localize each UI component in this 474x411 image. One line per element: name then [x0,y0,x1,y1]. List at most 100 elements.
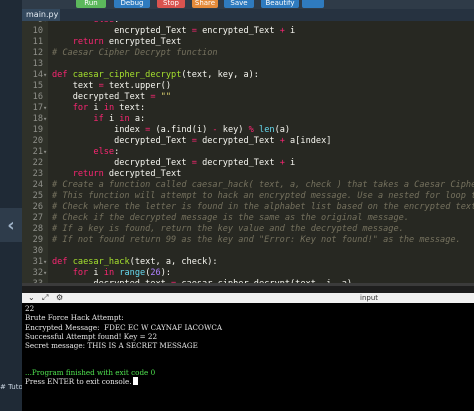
code-line: 27 # Check if the decrypted message is th… [22,213,474,224]
code-text: text = text.upper() [52,81,172,91]
code-line: 22 decrypted_Text = decrypted_Text + i [22,158,474,169]
tutorial-link[interactable]: # Tutorial [0,383,34,391]
share-button[interactable]: Share [192,0,218,8]
console-line: Brute Force Hack Attempt: [25,313,124,322]
code-line: 23 return decrypted_Text [22,169,474,180]
console-line: ...Program finished with exit code 0 [25,368,156,377]
settings-icon[interactable]: ⚙ [56,293,63,303]
code-editor[interactable]: 9▾ else:10 encrypted_Text = encrypted_Te… [22,21,474,283]
line-number: 26 [32,202,43,212]
code-text: return decrypted_Text [72,169,182,179]
console-line: Successful Attempt found! Key = 22 [25,332,158,341]
line-number: 23 [32,169,43,179]
code-line: 20 decrypted_Text = decrypted_Text + a[i… [22,136,474,147]
input-label: input [360,294,379,302]
code-line: 14 ▾ def caesar_cipher_decrypt(text, key, … [22,70,474,81]
code-line: 10 encrypted_Text = encrypted_Text + i [22,26,474,37]
line-number: 11 [32,37,43,47]
expand-icon[interactable]: ⤢ [42,293,48,303]
line-number: 22 [32,158,43,168]
console-toolbar: ⌄ ⤢ ⚙ input [22,293,474,303]
code-text: return encrypted_Text [72,37,182,47]
download-button[interactable] [302,0,324,8]
stop-button[interactable]: Stop [157,0,185,8]
tab-main-py[interactable]: main.py [22,9,60,21]
code-text: # Create a function called caesar_hack( … [52,180,474,190]
line-number: 28 [32,224,43,234]
console-output[interactable]: 22 Brute Force Hack Attempt: Encrypted Mes… [22,303,474,411]
code-line: 24 # Create a function called caesar_hack… [22,180,474,191]
line-number: 13 [32,59,43,69]
code-line: 16 decrypted_Text = "" [22,92,474,103]
line-number: 18 [32,114,43,124]
code-text: for i in text: [72,103,146,113]
line-number: 10 [32,26,43,36]
code-line: 18 ▾ if i in a: [22,114,474,125]
chevron-left-icon[interactable]: ‹ [0,208,22,242]
console-line: Press ENTER to exit console. [25,377,138,386]
code-line: 19 index = (a.find(i) - key) % len(a) [22,125,474,136]
code-line: 15 text = text.upper() [22,81,474,92]
code-line: 25 # This function will attempt to hack a… [22,191,474,202]
line-number: 19 [32,125,43,135]
fold-arrow-icon[interactable]: ▾ [43,257,47,268]
code-text: # This function will attempt to hack an … [52,191,474,201]
line-number: 32 [32,268,43,278]
code-line: 21 ▾ else: [22,147,474,158]
code-line: 31 ▾ def caesar_hack(text, a, check): [22,257,474,268]
code-text: encrypted_Text = encrypted_Text + i [52,26,296,36]
line-number: 29 [32,235,43,245]
code-text: if i in a: [93,114,146,124]
line-number: 21 [32,147,43,157]
code-line: 17 ▾ for i in text: [22,103,474,114]
run-button[interactable]: Run [76,0,106,8]
panel-splitter[interactable] [22,283,474,286]
line-number: 24 [32,180,43,190]
fold-arrow-icon[interactable]: ▾ [43,268,47,279]
code-line: 30 [22,246,474,257]
toolbar: Run Debug Stop Share Save Beautify [22,0,474,9]
console-line: 22 [25,304,35,313]
console-line: Encrypted Message: FDEC EC W CAYNAF IACO… [25,323,223,332]
line-number: 31 [32,257,43,267]
code-line: 26 # Check where the letter is found in t… [22,202,474,213]
line-number: 16 [32,92,43,102]
left-sidebar: ‹ # Tutorial [0,0,34,411]
code-text: decrypted_Text = decrypted_Text + i [52,158,296,168]
code-text: # Caesar Cipher Decrypt function [52,48,218,58]
line-number: 25 [32,191,43,201]
console-line: Secret message: THIS IS A SECRET MESSAGE [25,341,198,350]
code-line: 12 # Caesar Cipher Decrypt function [22,48,474,59]
line-number: 27 [32,213,43,223]
line-number: 15 [32,81,43,91]
code-text: # Check if the decrypted message is the … [52,213,409,223]
code-text: def caesar_cipher_decrypt(text, key, a): [52,70,259,80]
code-text: decrypted_Text = "" [52,92,172,102]
file-tab-bar: main.py [22,9,474,21]
line-number: 20 [32,136,43,146]
debug-button[interactable]: Debug [114,0,150,8]
code-text: decrypted_Text = decrypted_Text + a[inde… [52,136,332,146]
line-number: 14 [32,70,43,80]
fold-arrow-icon[interactable]: ▾ [43,70,47,81]
fold-arrow-icon[interactable]: ▾ [43,103,47,114]
collapse-chevron-icon[interactable]: ⌄ [28,293,35,303]
code-text: # If a key is found, return the key valu… [52,224,404,234]
save-button[interactable]: Save [224,0,254,8]
code-line: 13 [22,59,474,70]
fold-arrow-icon[interactable]: ▾ [43,147,47,158]
code-text: index = (a.find(i) - key) % len(a) [52,125,291,135]
code-line: 29 # If not found return 99 as the key an… [22,235,474,246]
console-cursor [132,377,138,385]
line-number: 30 [32,246,43,256]
code-line: 32 ▾ for i in range(26): [22,268,474,279]
line-number: 12 [32,48,43,58]
code-line: 11 return encrypted_Text [22,37,474,48]
code-text: def caesar_hack(text, a, check): [52,257,218,267]
code-text: # If not found return 99 as the key and … [52,235,461,245]
beautify-button[interactable]: Beautify [261,0,299,8]
line-number: 17 [32,103,43,113]
code-text: else: [93,147,120,157]
fold-arrow-icon[interactable]: ▾ [43,114,47,125]
code-text: # Check where the letter is found in the… [52,202,474,212]
